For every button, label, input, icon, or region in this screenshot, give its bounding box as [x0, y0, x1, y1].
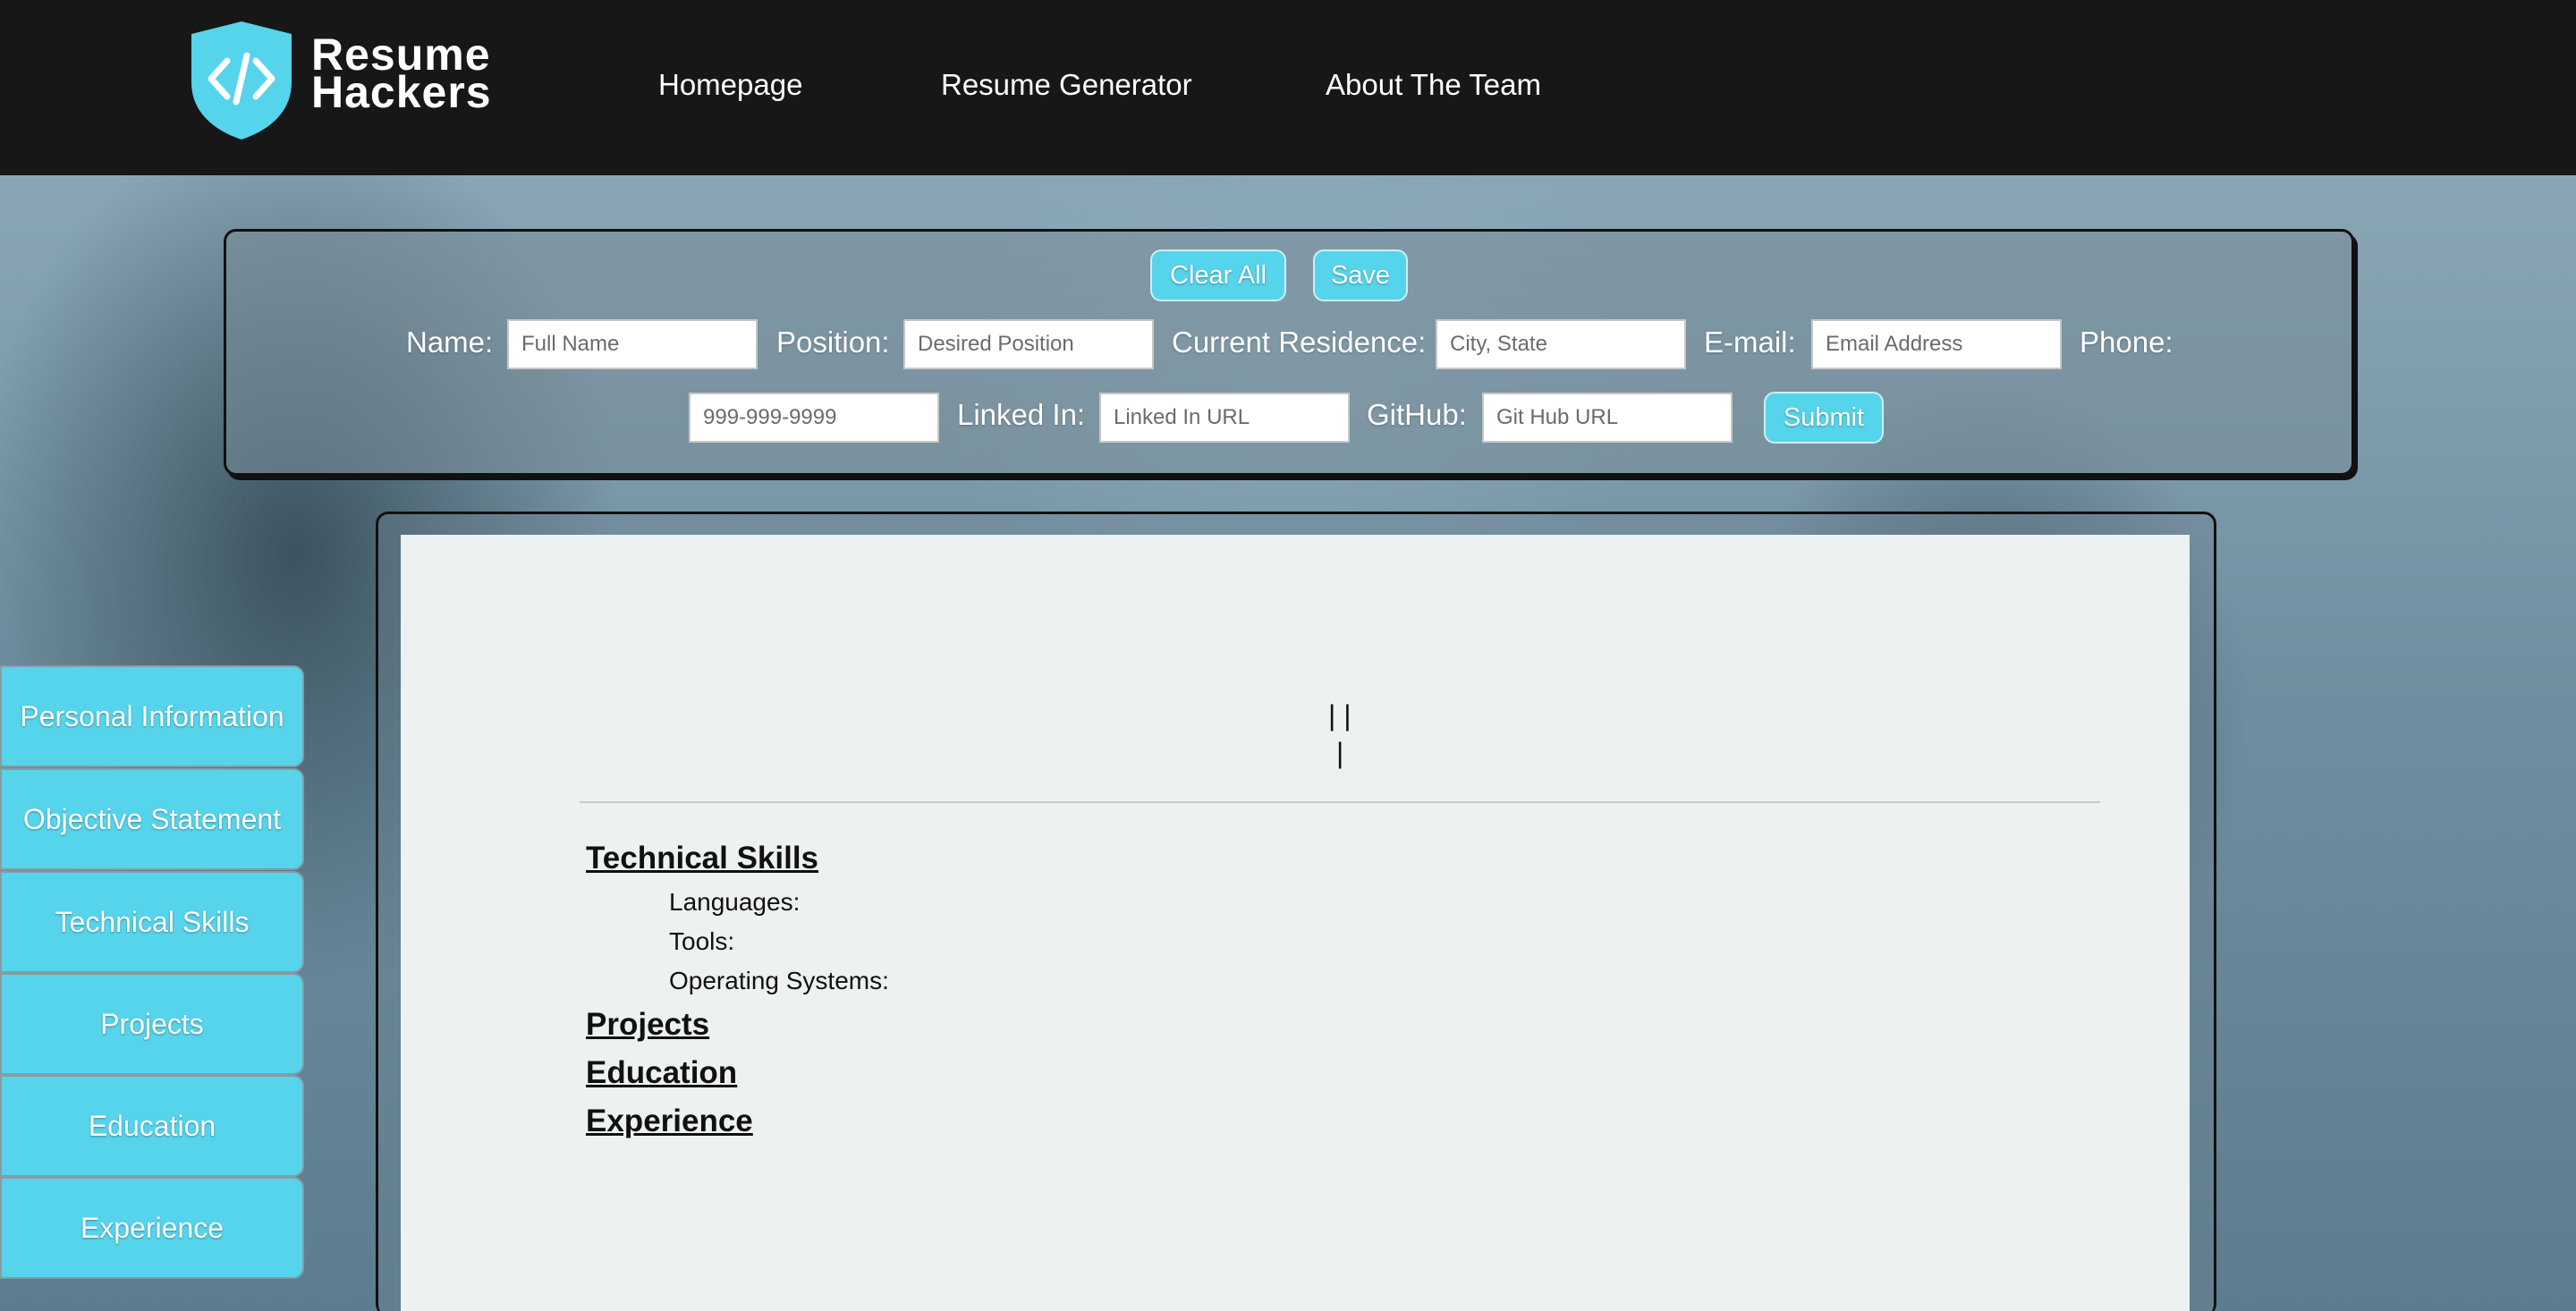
- section-technical-skills: Technical Skills: [586, 841, 819, 875]
- phone-label: Phone:: [2080, 326, 2174, 359]
- operating-systems-label: Operating Systems:: [669, 967, 889, 994]
- code-brackets-shield-icon: [191, 21, 292, 140]
- site-logo[interactable]: Resume Hackers: [188, 20, 501, 141]
- tools-label: Tools:: [669, 927, 735, 955]
- position-label: Position:: [776, 326, 890, 359]
- languages-label: Languages:: [669, 888, 801, 916]
- brand-line2: Hackers: [311, 67, 492, 117]
- submit-button[interactable]: Submit: [1764, 392, 1884, 444]
- github-label: GitHub:: [1367, 398, 1467, 431]
- resume-paper: [401, 535, 2190, 1311]
- site-header: Resume Hackers Homepage Resume Generator…: [0, 0, 2576, 175]
- section-projects: Projects: [586, 1007, 710, 1042]
- resume-header-line1: | |: [1328, 699, 1352, 732]
- github-input[interactable]: [1482, 393, 1733, 443]
- email-label: E-mail:: [1704, 326, 1796, 359]
- nav-about-the-team[interactable]: About The Team: [1326, 68, 1541, 102]
- resume-header-line2: |: [1336, 737, 1344, 769]
- email-input[interactable]: [1811, 319, 2062, 369]
- tab-technical-skills[interactable]: Technical Skills: [0, 871, 304, 973]
- name-label: Name:: [406, 326, 494, 359]
- brand-name: Resume Hackers: [311, 32, 492, 117]
- tab-education[interactable]: Education: [0, 1075, 304, 1177]
- clear-all-button[interactable]: Clear All: [1150, 250, 1286, 301]
- tab-projects[interactable]: Projects: [0, 973, 304, 1075]
- resume-divider: [580, 801, 2100, 803]
- section-education: Education: [586, 1055, 738, 1090]
- save-button[interactable]: Save: [1313, 250, 1408, 301]
- tab-objective-statement[interactable]: Objective Statement: [0, 768, 304, 870]
- nav-homepage[interactable]: Homepage: [658, 68, 802, 102]
- phone-input[interactable]: [689, 393, 939, 443]
- section-experience: Experience: [586, 1104, 753, 1138]
- tab-experience[interactable]: Experience: [0, 1177, 304, 1279]
- position-input[interactable]: [903, 319, 1154, 369]
- name-input[interactable]: [507, 319, 758, 369]
- linkedin-label: Linked In:: [957, 398, 1086, 431]
- linkedin-input[interactable]: [1099, 393, 1350, 443]
- residence-input[interactable]: [1436, 319, 1686, 369]
- nav-resume-generator[interactable]: Resume Generator: [941, 68, 1192, 102]
- tab-personal-information[interactable]: Personal Information: [0, 665, 304, 767]
- residence-label: Current Residence:: [1172, 326, 1427, 359]
